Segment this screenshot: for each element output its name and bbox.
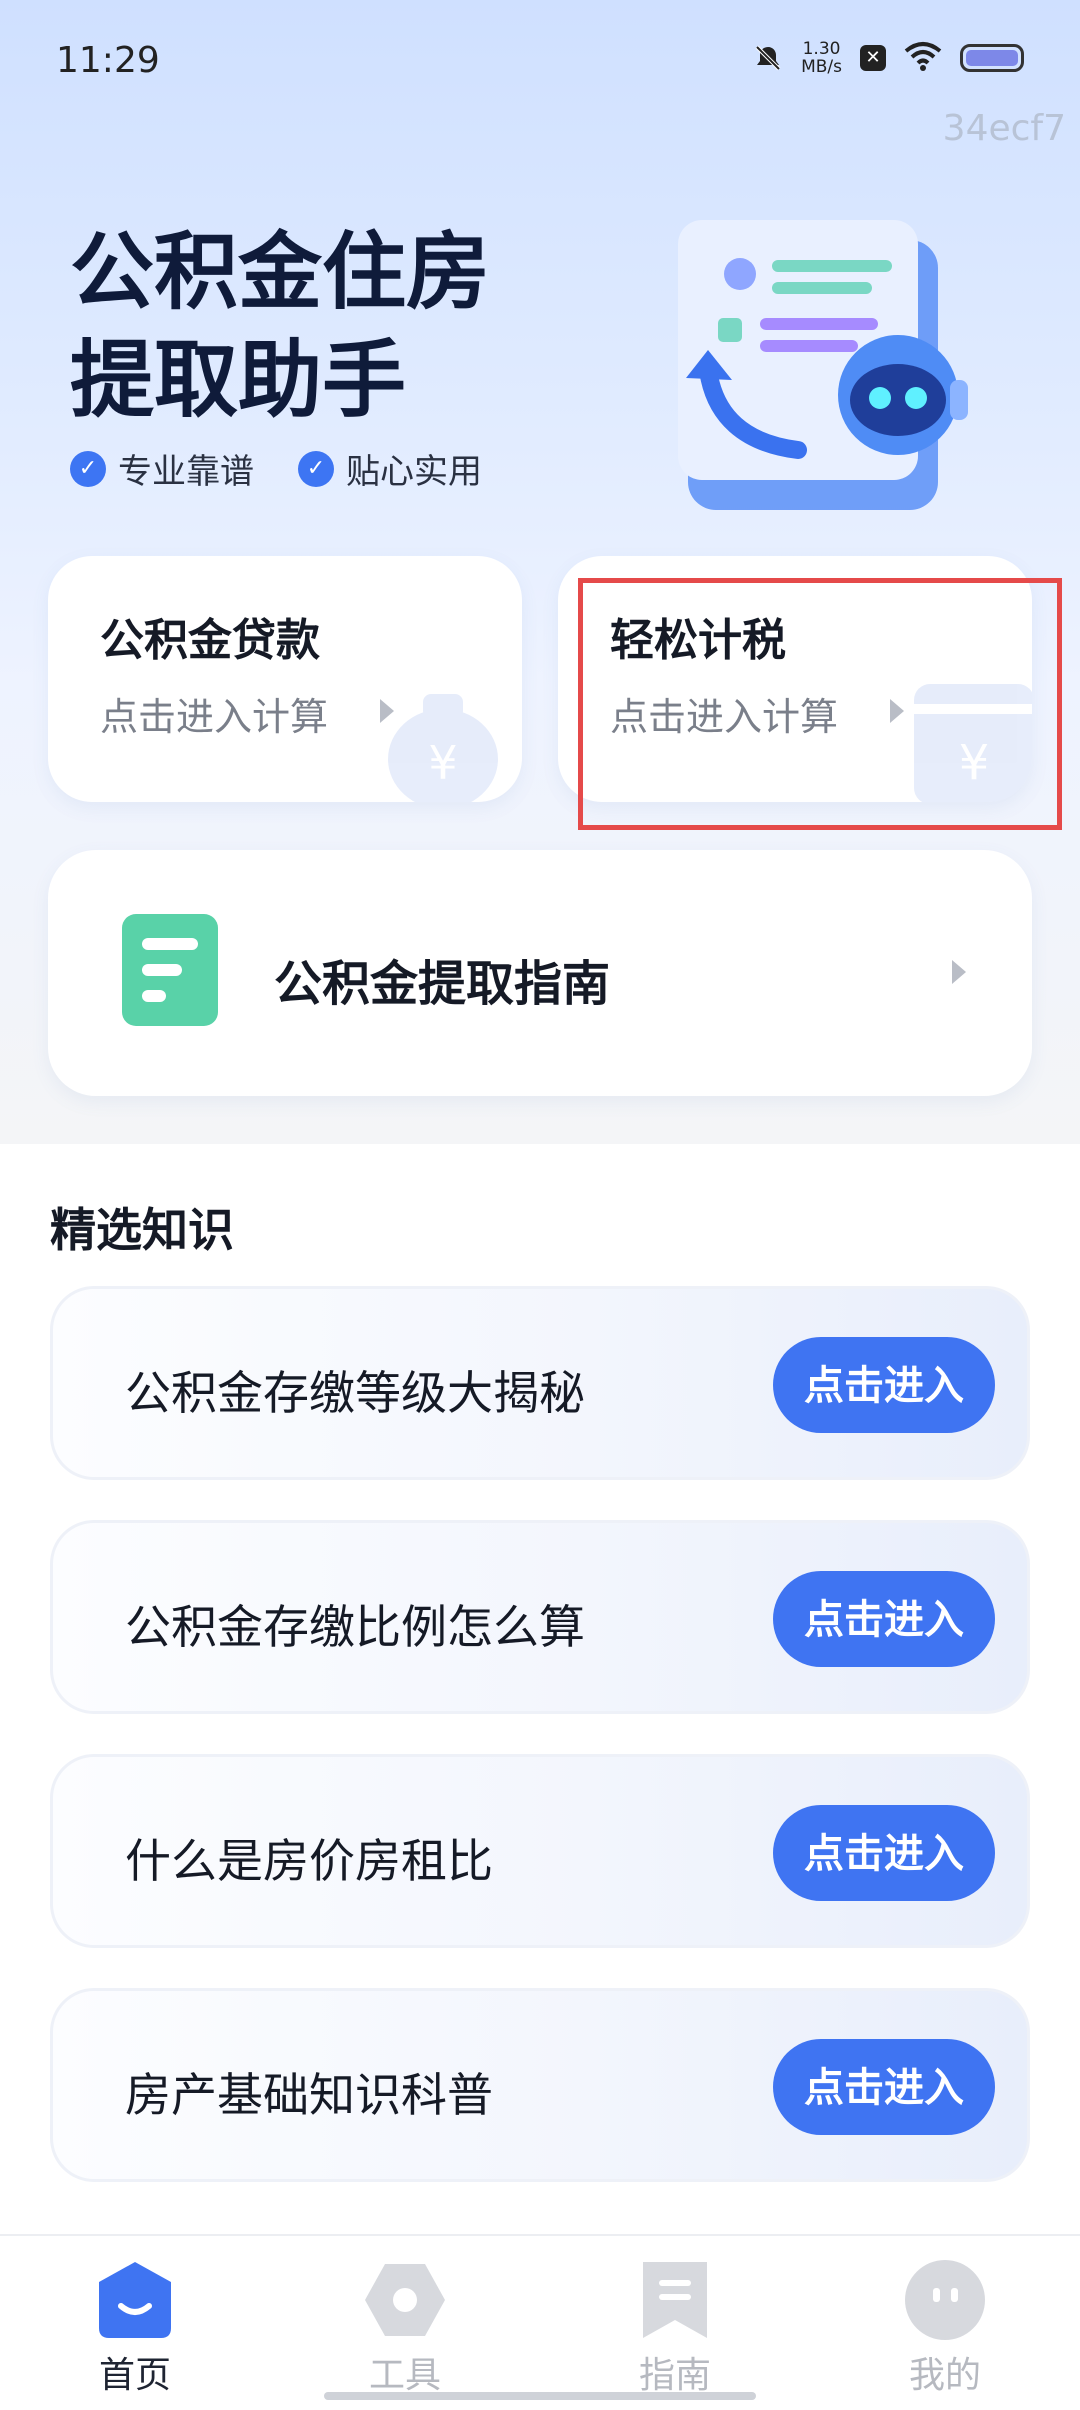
wifi-icon xyxy=(904,41,942,75)
enter-button[interactable]: 点击进入 xyxy=(773,1337,995,1433)
card-subtitle: 点击进入计算 xyxy=(100,695,329,739)
chevron-right-icon xyxy=(952,960,966,984)
battery-icon xyxy=(960,44,1024,72)
hero-tags: ✓ 专业靠谱 ✓ 贴心实用 xyxy=(70,444,482,493)
gesture-bar xyxy=(324,2392,756,2400)
svg-text:¥: ¥ xyxy=(428,736,457,790)
guide-label: 公积金提取指南 xyxy=(274,956,611,1012)
tab-guide[interactable]: 指南 xyxy=(565,2256,785,2396)
knowledge-item-label: 公积金存缴比例怎么算 xyxy=(125,1600,585,1654)
profile-icon xyxy=(901,2258,989,2342)
tag-professional: ✓ 专业靠谱 xyxy=(70,444,254,493)
knowledge-item-label: 房产基础知识科普 xyxy=(125,2068,493,2122)
notification-x-icon: ✕ xyxy=(860,45,886,71)
bottom-tab-bar: 首页 工具 指南 我的 xyxy=(0,2234,1080,2410)
tools-icon xyxy=(361,2258,449,2342)
robot-document-illustration xyxy=(648,200,998,530)
guide-icon xyxy=(631,2258,719,2342)
card-title: 公积金贷款 xyxy=(100,615,320,666)
watermark-code: 34ecf7 xyxy=(942,108,1066,149)
net-speed: 1.30 MB/s xyxy=(801,39,842,77)
status-time: 11:29 xyxy=(56,40,160,81)
page-title: 公积金住房 提取助手 xyxy=(70,223,491,429)
tab-home[interactable]: 首页 xyxy=(25,2256,245,2396)
highlight-box xyxy=(578,578,1062,830)
check-icon: ✓ xyxy=(70,450,106,487)
guide-document-icon xyxy=(122,914,218,1026)
loan-calculator-card[interactable]: 公积金贷款 点击进入计算 ¥ xyxy=(48,556,522,802)
status-icons: 1.30 MB/s ✕ xyxy=(753,40,1024,76)
check-icon: ✓ xyxy=(298,450,334,487)
enter-button[interactable]: 点击进入 xyxy=(773,1571,995,1667)
knowledge-item-label: 什么是房价房租比 xyxy=(125,1834,493,1888)
enter-button[interactable]: 点击进入 xyxy=(773,1805,995,1901)
knowledge-item-label: 公积金存缴等级大揭秘 xyxy=(125,1366,585,1420)
knowledge-item[interactable]: 什么是房价房租比 点击进入 xyxy=(50,1754,1030,1948)
tag-practical: ✓ 贴心实用 xyxy=(298,444,482,493)
knowledge-item[interactable]: 公积金存缴比例怎么算 点击进入 xyxy=(50,1520,1030,1714)
featured-knowledge-section: 精选知识 公积金存缴等级大揭秘 点击进入 公积金存缴比例怎么算 点击进入 什么是… xyxy=(0,1144,1080,2234)
section-title: 精选知识 xyxy=(50,1203,234,1257)
knowledge-item[interactable]: 房产基础知识科普 点击进入 xyxy=(50,1988,1030,2182)
tab-tools[interactable]: 工具 xyxy=(295,2256,515,2396)
tab-profile[interactable]: 我的 xyxy=(835,2256,1055,2396)
mute-bell-icon xyxy=(753,43,783,73)
knowledge-item[interactable]: 公积金存缴等级大揭秘 点击进入 xyxy=(50,1286,1030,1480)
enter-button[interactable]: 点击进入 xyxy=(773,2039,995,2135)
status-bar: 11:29 1.30 MB/s ✕ xyxy=(0,0,1080,120)
home-icon xyxy=(91,2258,179,2342)
withdrawal-guide-card[interactable]: 公积金提取指南 xyxy=(48,850,1032,1096)
money-bag-icon: ¥ xyxy=(378,674,508,802)
